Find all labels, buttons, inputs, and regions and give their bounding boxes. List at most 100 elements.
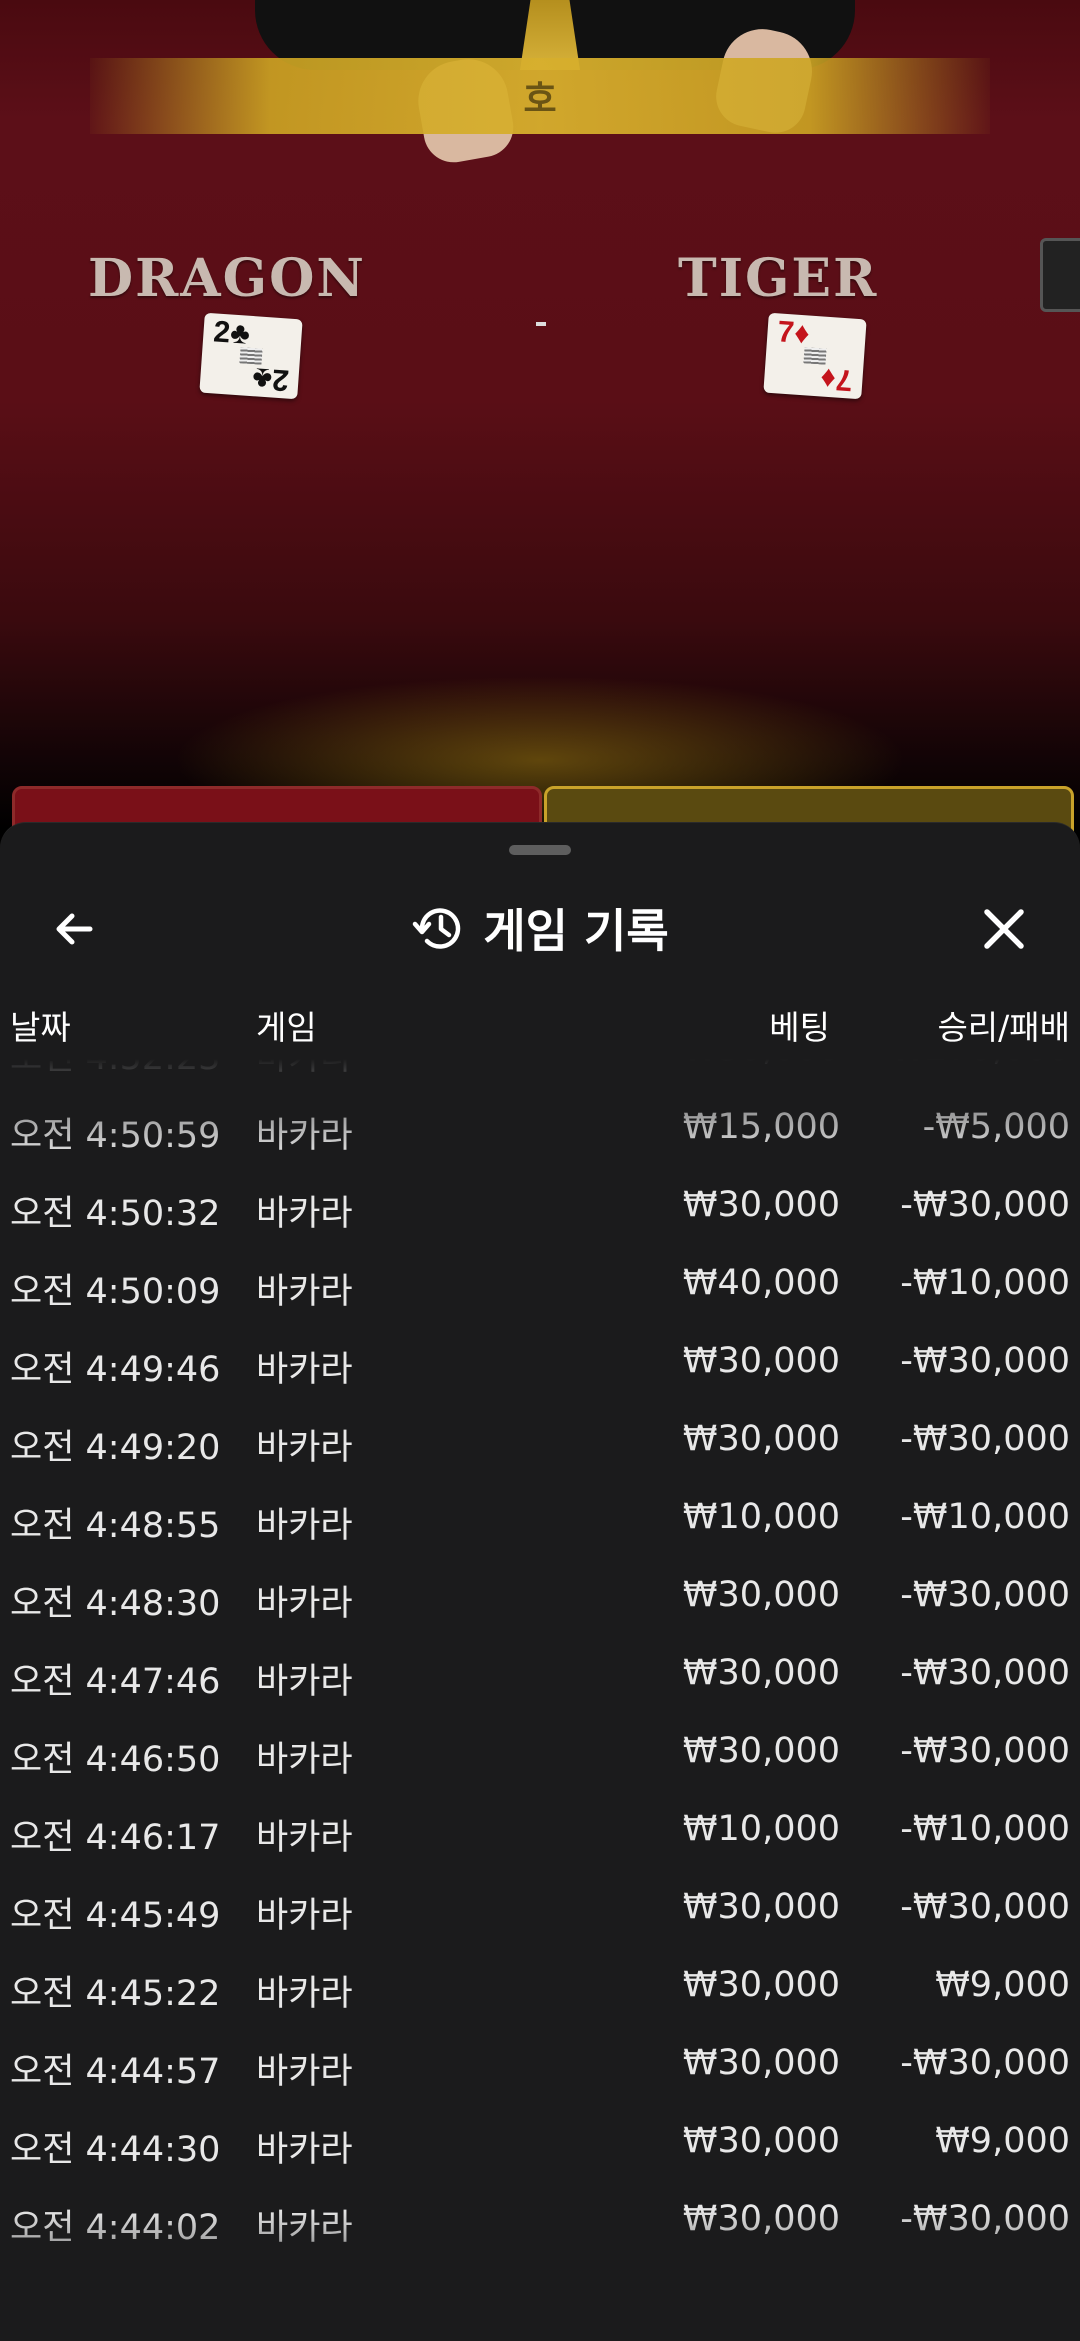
row-result: -₩30,000	[900, 1887, 1070, 1927]
game-history-sheet: 게임 기록 날짜 게임 베팅 승리/패배 오전 4:52:23 바카라 ₩30,…	[0, 822, 1080, 2341]
close-button[interactable]	[970, 895, 1038, 963]
row-date: 오전 4:44:57	[10, 2052, 221, 2092]
sheet-drag-handle[interactable]	[509, 845, 571, 855]
row-result: -₩10,000	[900, 1263, 1070, 1303]
column-bet[interactable]: 베팅	[769, 1001, 830, 1049]
row-game: 바카라	[256, 2052, 353, 2092]
table-row[interactable]: 오전 4:52:23 바카라 ₩30,000 ₩270,000	[0, 1059, 1080, 1089]
row-date: 오전 4:46:50	[10, 1740, 221, 1780]
row-date: 오전 4:49:20	[10, 1428, 221, 1468]
row-date: 오전 4:46:17	[10, 1818, 221, 1858]
row-game: 바카라	[256, 2130, 353, 2170]
tiger-label: TIGER	[678, 248, 879, 309]
result-banner: 호	[90, 58, 990, 134]
row-bet: ₩30,000	[682, 1575, 840, 1615]
row-date: 오전 4:52:23	[10, 1059, 220, 1080]
row-game: 바카라	[256, 1059, 353, 1080]
sheet-header: 게임 기록	[0, 873, 1080, 983]
row-game: 바카라	[256, 1974, 353, 2014]
row-bet: ₩30,000	[682, 1887, 840, 1927]
table-row[interactable]: 오전 4:46:50 바카라 ₩30,000 -₩30,000	[0, 1713, 1080, 1791]
row-result: -₩30,000	[900, 1419, 1070, 1459]
column-date[interactable]: 날짜	[10, 1001, 71, 1049]
result-banner-text: 호	[523, 79, 557, 120]
dragon-label: DRAGON	[88, 248, 366, 309]
row-game: 바카라	[256, 1662, 353, 1702]
table-row[interactable]: 오전 4:46:17 바카라 ₩10,000 -₩10,000	[0, 1791, 1080, 1869]
row-result: -₩30,000	[900, 1731, 1070, 1771]
dragon-card-rank-bottom: 2♣	[250, 361, 290, 397]
row-game: 바카라	[256, 1350, 353, 1390]
row-date: 오전 4:49:46	[10, 1350, 221, 1390]
row-date: 오전 4:45:49	[10, 1896, 221, 1936]
table-row[interactable]: 오전 4:50:09 바카라 ₩40,000 -₩10,000	[0, 1245, 1080, 1323]
row-game: 바카라	[256, 1818, 353, 1858]
row-date: 오전 4:50:59	[10, 1116, 221, 1156]
card-shoe	[1040, 238, 1080, 312]
history-clock-icon	[413, 908, 461, 949]
table-row[interactable]: 오전 4:44:57 바카라 ₩30,000 -₩30,000	[0, 2025, 1080, 2103]
row-bet: ₩30,000	[682, 1653, 840, 1693]
row-bet: ₩30,000	[682, 2121, 840, 2161]
table-row[interactable]: 오전 4:50:59 바카라 ₩15,000 -₩5,000	[0, 1089, 1080, 1167]
row-result: -₩10,000	[900, 1497, 1070, 1537]
dragon-card-rank: 2♣	[212, 315, 252, 351]
row-date: 오전 4:48:30	[10, 1584, 221, 1624]
table-header: 날짜 게임 베팅 승리/패배	[0, 993, 1080, 1053]
row-date: 오전 4:50:09	[10, 1272, 221, 1312]
row-bet: ₩10,000	[682, 1497, 840, 1537]
row-result: -₩30,000	[900, 2043, 1070, 2083]
row-date: 오전 4:44:30	[10, 2130, 221, 2170]
row-bet: ₩30,000	[682, 1185, 840, 1225]
row-result: ₩270,000	[891, 1059, 1070, 1069]
row-result: -₩30,000	[900, 1575, 1070, 1615]
row-date: 오전 4:45:22	[10, 1974, 221, 2014]
table-row[interactable]: 오전 4:45:22 바카라 ₩30,000 ₩9,000	[0, 1947, 1080, 2025]
row-bet: ₩30,000	[682, 1731, 840, 1771]
table-row[interactable]: 오전 4:48:55 바카라 ₩10,000 -₩10,000	[0, 1479, 1080, 1557]
row-result: ₩9,000	[935, 2121, 1070, 2161]
table-row[interactable]: 오전 4:44:02 바카라 ₩30,000 -₩30,000	[0, 2181, 1080, 2259]
row-date: 오전 4:50:32	[10, 1194, 221, 1234]
column-win-loss[interactable]: 승리/패배	[937, 1001, 1070, 1049]
row-game: 바카라	[256, 1272, 353, 1312]
row-game: 바카라	[256, 2208, 353, 2248]
sheet-title: 게임 기록	[483, 904, 669, 958]
tiger-card-rank: 7♦	[776, 315, 811, 351]
row-result: -₩30,000	[900, 1185, 1070, 1225]
row-bet: ₩30,000	[682, 1341, 840, 1381]
table-row[interactable]: 오전 4:44:30 바카라 ₩30,000 ₩9,000	[0, 2103, 1080, 2181]
row-bet: ₩30,000	[682, 1965, 840, 2005]
row-game: 바카라	[256, 1506, 353, 1546]
row-bet: ₩40,000	[682, 1263, 840, 1303]
dragon-card: 2♣ 2♣	[199, 312, 303, 400]
row-game: 바카라	[256, 1116, 353, 1156]
row-result: -₩30,000	[900, 2199, 1070, 2239]
close-icon	[984, 909, 1024, 949]
tiger-card: 7♦ 7♦	[763, 312, 867, 400]
row-date: 오전 4:48:55	[10, 1506, 221, 1546]
table-row[interactable]: 오전 4:48:30 바카라 ₩30,000 -₩30,000	[0, 1557, 1080, 1635]
back-arrow-icon	[56, 913, 93, 945]
table-row[interactable]: 오전 4:45:49 바카라 ₩30,000 -₩30,000	[0, 1869, 1080, 1947]
row-game: 바카라	[256, 1740, 353, 1780]
table-row[interactable]: 오전 4:49:20 바카라 ₩30,000 -₩30,000	[0, 1401, 1080, 1479]
row-result: -₩30,000	[900, 1653, 1070, 1693]
table-row[interactable]: 오전 4:49:46 바카라 ₩30,000 -₩30,000	[0, 1323, 1080, 1401]
row-result: -₩5,000	[922, 1107, 1070, 1147]
back-button[interactable]	[40, 895, 108, 963]
row-result: -₩10,000	[900, 1809, 1070, 1849]
row-result: -₩30,000	[900, 1341, 1070, 1381]
row-bet: ₩30,000	[682, 1419, 840, 1459]
table-row[interactable]: 오전 4:50:32 바카라 ₩30,000 -₩30,000	[0, 1167, 1080, 1245]
row-game: 바카라	[256, 1896, 353, 1936]
column-game[interactable]: 게임	[256, 1001, 317, 1049]
history-list[interactable]: 오전 4:52:23 바카라 ₩30,000 ₩270,000 오전 4:50:…	[0, 1059, 1080, 2319]
row-game: 바카라	[256, 1428, 353, 1468]
row-game: 바카라	[256, 1584, 353, 1624]
row-date: 오전 4:47:46	[10, 1662, 221, 1702]
row-bet: ₩30,000	[682, 2043, 840, 2083]
table-center-mark	[536, 322, 546, 326]
table-row[interactable]: 오전 4:47:46 바카라 ₩30,000 -₩30,000	[0, 1635, 1080, 1713]
row-bet: ₩10,000	[682, 1809, 840, 1849]
